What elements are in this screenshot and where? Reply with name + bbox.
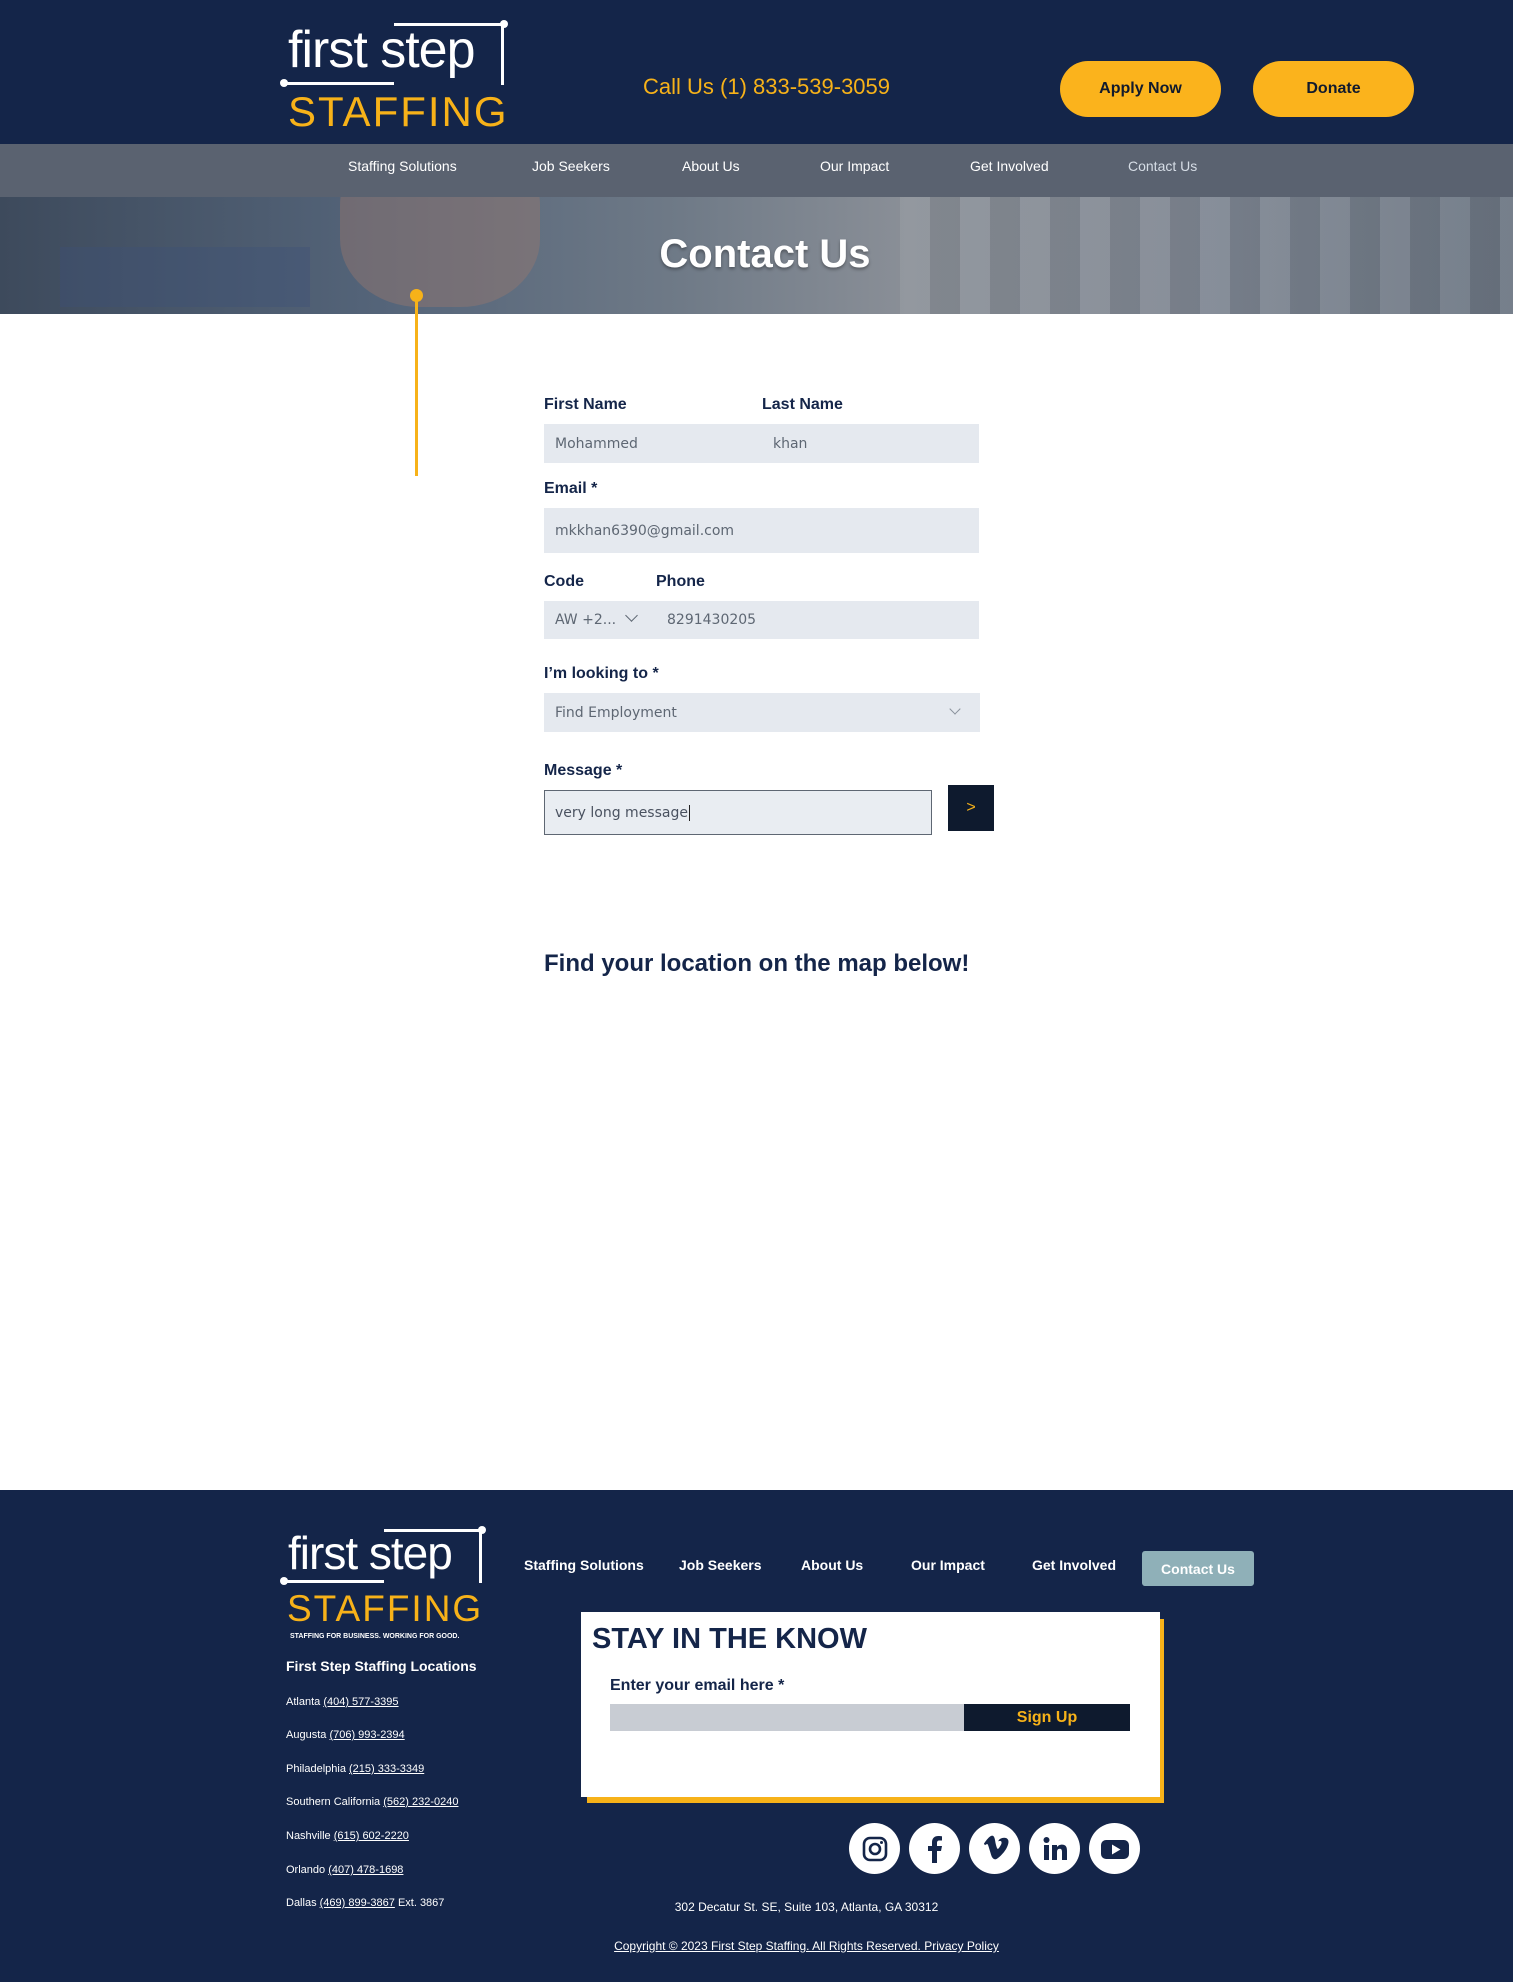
donate-button[interactable]: Donate	[1253, 61, 1414, 117]
newsletter-email-input[interactable]	[610, 1704, 964, 1731]
logo-underline	[284, 1580, 384, 1583]
accent-dot	[410, 289, 423, 302]
location-city: Augusta	[286, 1729, 327, 1741]
location-phone-link[interactable]: (407) 478-1698	[328, 1864, 403, 1876]
footer-nav-get-involved[interactable]: Get Involved	[1032, 1557, 1116, 1573]
logo-dot	[500, 20, 508, 28]
location-atlanta: Atlanta (404) 577-3395	[286, 1696, 399, 1708]
footer-tagline: STAFFING FOR BUSINESS. WORKING FOR GOOD.	[290, 1633, 460, 1640]
code-label: Code	[544, 573, 584, 590]
location-phone-link[interactable]: (706) 993-2394	[329, 1729, 404, 1741]
logo-underline	[284, 82, 394, 85]
location-city: Philadelphia	[286, 1763, 346, 1775]
logo-wordmark-bottom: STAFFING	[287, 1588, 484, 1629]
youtube-icon[interactable]	[1089, 1823, 1140, 1874]
message-field[interactable]: very long message	[544, 790, 932, 835]
looking-to-label: I’m looking to *	[544, 665, 659, 682]
phone-label: Phone	[656, 573, 705, 590]
looking-to-select[interactable]: Find Employment	[544, 693, 980, 732]
nav-staffing-solutions[interactable]: Staffing Solutions	[348, 158, 457, 174]
location-orlando: Orlando (407) 478-1698	[286, 1864, 403, 1876]
logo-frame	[384, 1529, 482, 1583]
location-city: Atlanta	[286, 1696, 321, 1708]
location-city: Southern California	[286, 1796, 381, 1808]
footer-logo[interactable]: first step STAFFING	[280, 1526, 490, 1644]
newsletter-title: STAY IN THE KNOW	[592, 1623, 867, 1655]
email-label: Email *	[544, 480, 598, 497]
linkedin-icon[interactable]	[1029, 1823, 1080, 1874]
nav-job-seekers[interactable]: Job Seekers	[532, 158, 610, 174]
sign-up-button[interactable]: Sign Up	[964, 1704, 1130, 1731]
location-city: Orlando	[286, 1864, 326, 1876]
accent-line	[415, 295, 418, 476]
map-heading: Find your location on the map below!	[544, 950, 970, 977]
last-name-label: Last Name	[762, 396, 843, 413]
facebook-icon[interactable]	[909, 1823, 960, 1874]
logo-frame	[394, 23, 504, 85]
last-name-field[interactable]: khan	[762, 424, 979, 463]
footer-nav-about-us[interactable]: About Us	[801, 1557, 863, 1573]
first-name-label: First Name	[544, 396, 627, 413]
logo-dot	[478, 1526, 486, 1534]
location-phone-link[interactable]: (404) 577-3395	[323, 1696, 398, 1708]
location-phone-link[interactable]: (215) 333-3349	[349, 1763, 424, 1775]
apply-now-button[interactable]: Apply Now	[1060, 61, 1221, 117]
first-name-field[interactable]: Mohammed	[544, 424, 762, 463]
logo-wordmark-bottom: STAFFING	[288, 88, 509, 135]
location-nashville: Nashville (615) 602-2220	[286, 1830, 409, 1842]
location-city: Nashville	[286, 1830, 331, 1842]
submit-button[interactable]: >	[948, 785, 994, 831]
country-code-value: AW +2...	[555, 612, 617, 628]
call-us-phone[interactable]: Call Us (1) 833-539-3059	[643, 74, 890, 100]
vimeo-icon[interactable]	[969, 1823, 1020, 1874]
looking-to-value: Find Employment	[555, 704, 677, 721]
main-nav	[0, 144, 1513, 197]
location-philadelphia: Philadelphia (215) 333-3349	[286, 1763, 424, 1775]
message-value: very long message	[555, 804, 688, 821]
message-label: Message *	[544, 762, 623, 779]
nav-about-us[interactable]: About Us	[682, 158, 740, 174]
footer-nav-our-impact[interactable]: Our Impact	[911, 1557, 985, 1573]
locations-title: First Step Staffing Locations	[286, 1658, 477, 1674]
header-logo[interactable]: first step STAFFING	[280, 20, 508, 135]
page: first step STAFFING Call Us (1) 833-539-…	[0, 0, 1513, 1982]
text-cursor	[688, 804, 690, 821]
instagram-icon[interactable]	[849, 1823, 900, 1874]
country-code-select[interactable]: AW +2...	[544, 601, 656, 639]
location-phone-link[interactable]: (562) 232-0240	[383, 1796, 458, 1808]
email-field[interactable]: mkkhan6390@gmail.com	[544, 508, 979, 553]
page-title: Contact Us	[659, 232, 871, 276]
location-phone-link[interactable]: (615) 602-2220	[334, 1830, 409, 1842]
logo-dot	[280, 1577, 288, 1585]
newsletter-email-label: Enter your email here *	[610, 1677, 785, 1694]
nav-get-involved[interactable]: Get Involved	[970, 158, 1049, 174]
footer-nav-staffing-solutions[interactable]: Staffing Solutions	[524, 1557, 644, 1573]
copyright-link[interactable]: Copyright © 2023 First Step Staffing. Al…	[0, 1939, 1513, 1953]
location-augusta: Augusta (706) 993-2394	[286, 1729, 405, 1741]
location-southern-california: Southern California (562) 232-0240	[286, 1796, 458, 1808]
logo-dot	[280, 79, 288, 87]
footer-nav-job-seekers[interactable]: Job Seekers	[679, 1557, 762, 1573]
nav-our-impact[interactable]: Our Impact	[820, 158, 889, 174]
phone-field[interactable]: 8291430205	[656, 601, 979, 639]
nav-contact-us[interactable]: Contact Us	[1128, 158, 1197, 174]
footer-nav-contact-us[interactable]: Contact Us	[1142, 1551, 1254, 1586]
footer-address: 302 Decatur St. SE, Suite 103, Atlanta, …	[674, 1900, 939, 1914]
